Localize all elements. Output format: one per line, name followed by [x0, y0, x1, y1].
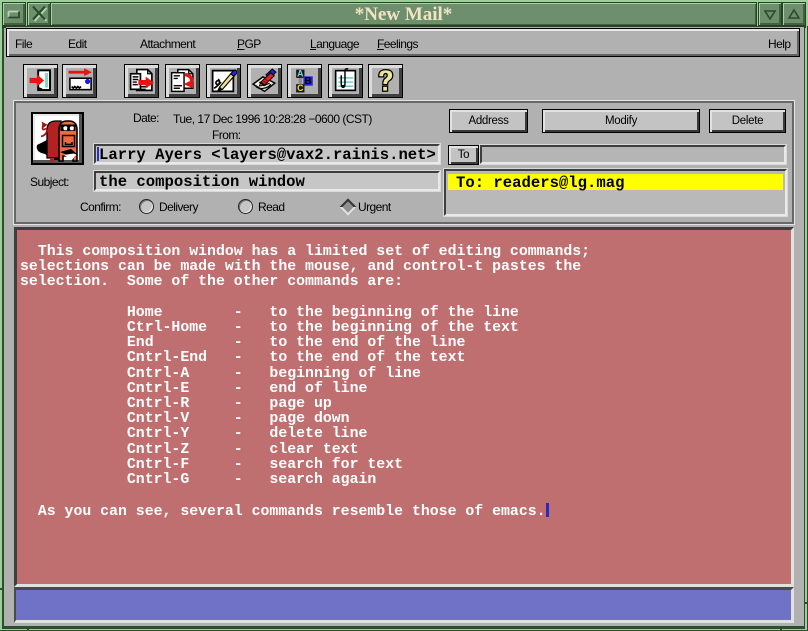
svg-text:A: A	[297, 69, 304, 79]
svg-text:B: B	[304, 76, 311, 87]
svg-text:C: C	[297, 83, 304, 93]
